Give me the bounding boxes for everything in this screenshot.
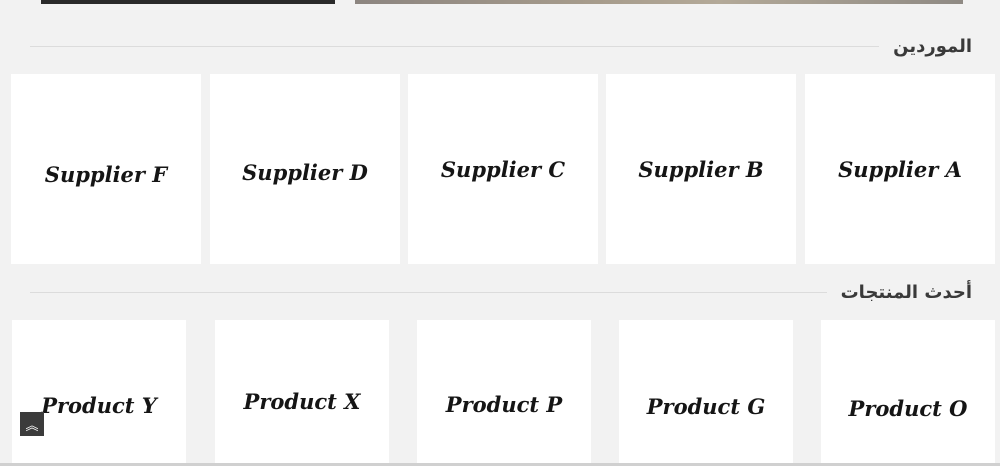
product-card-x[interactable]: Product X — [215, 320, 389, 466]
supplier-logo-text: Supplier A — [838, 156, 962, 182]
products-section-title: أحدث المنتجات — [840, 281, 972, 303]
product-card-p[interactable]: Product P — [417, 320, 591, 466]
product-card-g[interactable]: Product G — [619, 320, 793, 466]
scroll-to-top-button[interactable]: ︽ — [20, 412, 44, 436]
product-card-o[interactable]: Product O — [821, 320, 995, 466]
supplier-card-c[interactable]: Supplier C — [408, 74, 598, 264]
product-image-text: Product X — [243, 388, 361, 414]
product-image-text: Product G — [646, 393, 766, 419]
supplier-card-b[interactable]: Supplier B — [606, 74, 796, 264]
suppliers-section-header: الموردين — [30, 34, 972, 58]
supplier-card-a[interactable]: Supplier A — [805, 74, 995, 264]
supplier-logo-text: Supplier D — [242, 159, 368, 185]
supplier-logo-text: Supplier F — [44, 161, 168, 187]
products-section-header: أحدث المنتجات — [30, 280, 972, 304]
double-chevron-up-icon: ︽ — [25, 418, 39, 434]
section-divider — [30, 291, 827, 293]
supplier-logo-text: Supplier B — [638, 156, 764, 182]
supplier-logo-text: Supplier C — [440, 156, 566, 182]
product-image-text: Product P — [445, 391, 563, 417]
product-image-text: Product O — [848, 395, 968, 421]
top-banner-left-image[interactable] — [41, 0, 335, 4]
product-card-y[interactable]: Product Y — [12, 320, 186, 466]
top-banner-right-image[interactable] — [355, 0, 963, 4]
product-image-text: Product Y — [41, 392, 157, 418]
suppliers-section-title: الموردين — [893, 35, 972, 57]
supplier-card-d[interactable]: Supplier D — [210, 74, 400, 264]
supplier-card-f[interactable]: Supplier F — [11, 74, 201, 264]
section-divider — [30, 45, 880, 47]
